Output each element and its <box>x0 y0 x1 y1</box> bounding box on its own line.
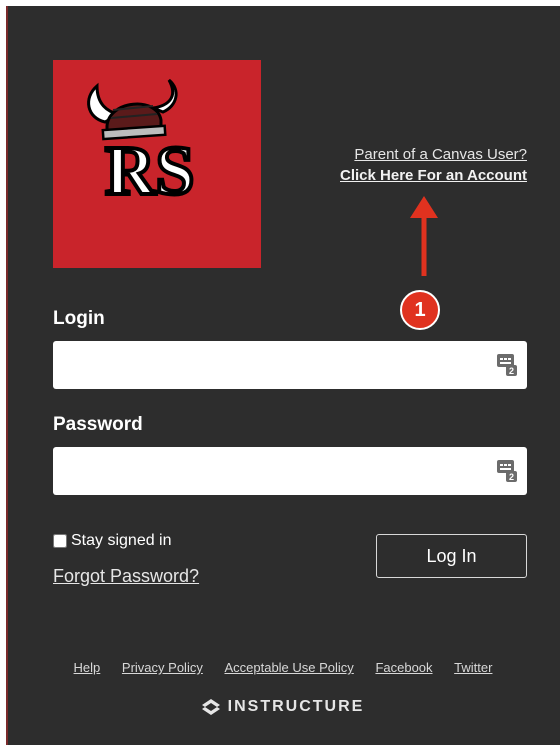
login-input[interactable] <box>63 343 487 389</box>
password-manager-icon[interactable]: 2 <box>497 354 517 376</box>
parent-account-link: Parent of a Canvas User? Click Here For … <box>340 144 527 186</box>
password-manager-icon[interactable]: 2 <box>497 460 517 482</box>
svg-text:RS: RS <box>105 133 194 210</box>
stay-signed-in-checkbox[interactable] <box>53 534 67 548</box>
annotation-badge: 1 <box>400 290 440 330</box>
password-label: Password <box>53 414 143 435</box>
login-field-wrap: 2 <box>53 341 527 389</box>
footer-link-privacy[interactable]: Privacy Policy <box>122 660 203 675</box>
forgot-password-link[interactable]: Forgot Password? <box>53 566 199 587</box>
login-panel: RS Parent of a Canvas User? Click Here F… <box>6 6 560 745</box>
login-button[interactable]: Log In <box>376 534 527 578</box>
instructure-logo-icon <box>201 699 220 715</box>
footer-link-acceptable-use[interactable]: Acceptable Use Policy <box>224 660 353 675</box>
footer-link-twitter[interactable]: Twitter <box>454 660 492 675</box>
password-input[interactable] <box>63 449 487 495</box>
brand-name: INSTRUCTURE <box>227 698 365 715</box>
viking-helmet-icon: RS <box>87 78 196 212</box>
stay-signed-in-label: Stay signed in <box>71 532 172 549</box>
parent-link-question[interactable]: Parent of a Canvas User? <box>340 144 527 165</box>
footer-links: Help Privacy Policy Acceptable Use Polic… <box>6 660 560 675</box>
stay-signed-in: Stay signed in <box>53 532 172 550</box>
create-account-link[interactable]: Click Here For an Account <box>340 165 527 186</box>
school-logo: RS <box>53 60 261 268</box>
password-field-wrap: 2 <box>53 447 527 495</box>
svg-text:2: 2 <box>509 366 514 376</box>
instructure-brand[interactable]: INSTRUCTURE <box>6 698 560 716</box>
footer-link-help[interactable]: Help <box>74 660 101 675</box>
footer-link-facebook[interactable]: Facebook <box>375 660 432 675</box>
arrow-up-icon <box>410 196 438 276</box>
login-label: Login <box>53 308 105 329</box>
svg-text:2: 2 <box>509 472 514 482</box>
